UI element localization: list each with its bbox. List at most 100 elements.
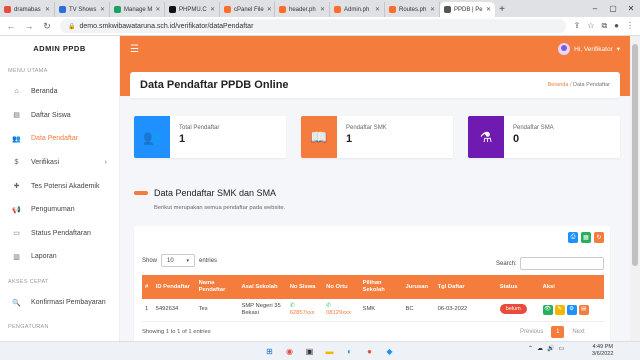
column-header[interactable]: ID Pendaftar [153,275,196,299]
view-icon[interactable]: 👁 [542,304,553,315]
column-header[interactable]: Asal Sekolah [238,275,286,299]
forward-icon[interactable]: → [24,21,34,31]
column-header[interactable]: Pilihan Sekolah [360,275,403,299]
sidebar-item-daftar-siswa[interactable]: ▤ Daftar Siswa [0,104,119,128]
taskbar: ⊞ ◉ ▣ ▬ ◐ ● ◆ ⌃ ☁ 🔊 ▭ 4:49 PM 3/6/2022 [0,341,640,360]
pagination-previous[interactable]: Previous [520,329,543,335]
pagination-next[interactable]: Next [572,329,584,335]
browser-tab[interactable]: PPDB | Pe ✕ [440,2,495,17]
scrollbar-thumb[interactable] [632,44,638,266]
tab-close-icon[interactable]: ✕ [155,6,160,13]
extensions-icon[interactable]: ⧉ [601,21,607,31]
print-icon[interactable]: ⎙ [568,232,578,243]
browser-tab[interactable]: Routes.ph ✕ [385,2,440,17]
sidebar-item-label: Data Pendaftar [31,135,79,143]
sidebar-item-label: Verifikasi [31,159,60,167]
tab-close-icon[interactable]: ✕ [45,6,50,13]
sidebar-item-konfirmasi-pembayaran[interactable]: 🔍 Konfirmasi Pembayaran [0,291,119,315]
reload-icon[interactable]: ↻ [42,21,52,32]
sidebar-item-status-pendaftaran[interactable]: ▭ Status Pendaftaran [0,222,119,246]
export-buttons: ⎙ ▦ ↻ [568,232,604,243]
column-header[interactable]: Jurusan [402,275,434,299]
tab-favicon-icon [224,6,231,13]
users-icon: 👥 [134,116,170,158]
document-icon[interactable]: ▤ [578,304,589,315]
search-input[interactable] [519,257,604,270]
column-header[interactable]: # [142,275,153,299]
column-header[interactable]: Aksi [540,275,604,299]
phone-link[interactable]: 08129xxx [326,310,356,317]
new-tab-button[interactable]: + [495,2,509,17]
table-info: Showing 1 to 1 of 1 entries [142,329,211,335]
chrome-icon[interactable]: ● [362,344,377,359]
browser-tab[interactable]: cPanel File ✕ [220,2,275,17]
browser-tab[interactable]: Admin.ph ✕ [330,2,385,17]
phone-link[interactable]: 62857xxx [290,310,320,317]
sidebar-item-beranda[interactable]: ⌂ Beranda [0,80,119,104]
chart-icon: ▥ [13,253,20,261]
settings-icon[interactable]: ⚙ [566,304,577,315]
breadcrumb-home[interactable]: Beranda [548,82,569,88]
column-header[interactable]: Status [497,275,540,299]
sidebar-item-tes-potensi-akademik[interactable]: ✚ Tes Potensi Akademik [0,174,119,198]
edit-icon[interactable]: ✎ [554,304,565,315]
excel-icon[interactable]: ▦ [581,232,591,243]
page-scrollbar[interactable] [630,36,640,341]
chevron-down-icon: ▾ [616,46,620,53]
tab-close-icon[interactable]: ✕ [267,6,272,13]
tab-close-icon[interactable]: ✕ [320,6,325,13]
refresh-icon[interactable]: ↻ [594,232,604,243]
tab-close-icon[interactable]: ✕ [100,6,105,13]
sidebar-item-data-pendaftar[interactable]: 👥 Data Pendaftar [0,127,119,151]
tab-favicon-icon [4,6,11,13]
user-menu[interactable]: Hi, Verifikator ▾ [558,43,620,55]
cell-tgl-daftar: 06-03-2022 [434,299,497,322]
back-icon[interactable]: ← [6,21,16,31]
sidebar-item-laporan[interactable]: ▥ Laporan [0,245,119,269]
menu-toggle-icon[interactable]: ☰ [130,44,139,55]
file-explorer-icon[interactable]: ▬ [322,344,337,359]
tab-close-icon[interactable]: ✕ [430,6,435,13]
browser-tab[interactable]: PHPMU.C ✕ [165,2,220,17]
browser-tab[interactable]: header.ph ✕ [275,2,330,17]
sidebar-item-verifikasi[interactable]: $ Verifikasi › [0,151,119,175]
browser-tab[interactable]: Manage M ✕ [110,2,165,17]
cloud-icon[interactable]: ☁ [537,345,543,352]
sidebar-item-pengumuman[interactable]: 📢 Pengumuman [0,198,119,222]
edge-icon[interactable]: ◐ [342,344,357,359]
browser-tab[interactable]: TV Shows ✕ [55,2,110,17]
whatsapp-icon[interactable]: ✆ [326,303,356,310]
share-icon[interactable]: ⇪ [574,21,581,31]
chrome-taskbar-icon[interactable]: ◉ [282,344,297,359]
stat-text: Total Pendaftar 1 [170,116,219,158]
tab-close-icon[interactable]: ✕ [486,6,491,13]
browser-tab[interactable]: dramabas ✕ [0,2,55,17]
select-caret-icon: ▾ [186,257,190,264]
minimize-icon[interactable]: – [586,4,604,13]
entries-select[interactable]: 10 ▾ [161,254,196,267]
column-header[interactable]: Nama Pendaftar [196,275,239,299]
url-input[interactable]: 🔒 demo.smkwibawataruna.sch.id/verifikato… [60,19,566,33]
vscode-icon[interactable]: ◆ [382,344,397,359]
tab-close-icon[interactable]: ✕ [375,6,380,13]
close-window-icon[interactable]: ✕ [622,4,640,13]
url-text: demo.smkwibawataruna.sch.id/verifikator/… [79,22,254,30]
tab-close-icon[interactable]: ✕ [210,6,215,13]
column-header[interactable]: Tgl Daftar [435,275,497,299]
taskbar-clock[interactable]: 4:49 PM 3/6/2022 [592,344,613,358]
column-header[interactable]: No Ortu [323,275,359,299]
users-icon: 👥 [12,135,21,143]
windows-start-icon[interactable]: ⊞ [262,344,277,359]
task-view-icon[interactable]: ▣ [302,344,317,359]
tray-chevron-icon[interactable]: ⌃ [528,345,533,352]
maximize-icon[interactable]: ▢ [604,4,622,13]
volume-icon[interactable]: 🔊 [547,345,554,352]
cell-nama: Tes [195,299,239,322]
pagination-page[interactable]: 1 [551,326,565,338]
profile-icon[interactable]: ● [614,21,619,31]
bookmark-star-icon[interactable]: ☆ [587,21,594,31]
column-header[interactable]: No Siswa [287,275,323,299]
browser-menu-icon[interactable]: ⋮ [626,21,634,31]
battery-icon[interactable]: ▭ [559,345,565,352]
whatsapp-icon[interactable]: ✆ [290,303,320,310]
